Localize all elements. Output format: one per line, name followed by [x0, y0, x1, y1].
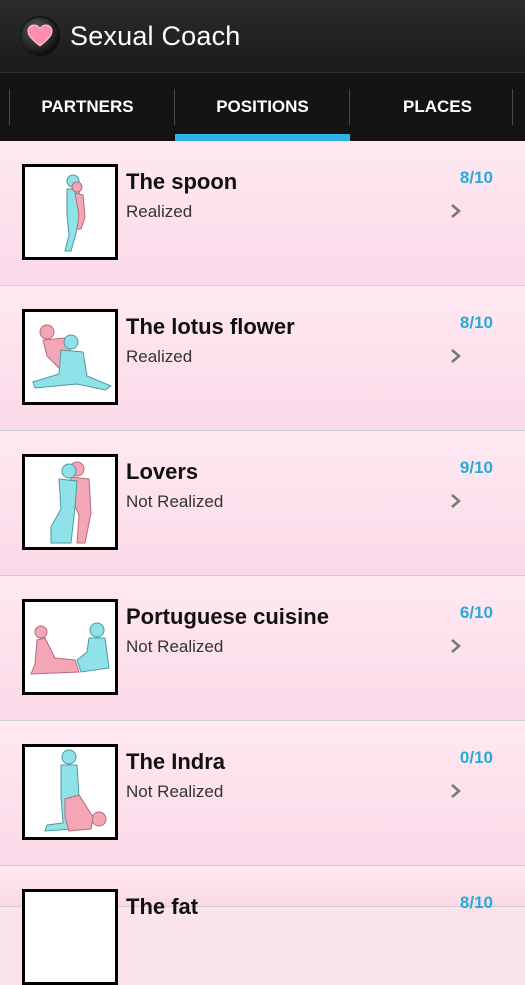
chevron-right-icon: [451, 494, 461, 508]
tab-partners[interactable]: PARTNERS: [0, 73, 175, 141]
position-thumbnail: [22, 164, 118, 260]
tab-bar: PARTNERS POSITIONS PLACES: [0, 72, 525, 141]
item-score: 8/10: [459, 313, 493, 332]
item-score: 8/10: [459, 893, 493, 912]
item-title: The Indra: [126, 749, 226, 774]
active-tab-indicator: [175, 134, 350, 141]
item-title: The spoon: [126, 169, 238, 194]
item-status: Not Realized: [126, 637, 224, 656]
tab-label: POSITIONS: [216, 97, 309, 116]
item-status: Not Realized: [126, 492, 224, 511]
chevron-right-icon: [451, 639, 461, 653]
list-item[interactable]: The spoon Realized 8/10: [0, 141, 525, 286]
item-status: Realized: [126, 202, 193, 221]
tab-label: PARTNERS: [41, 97, 134, 116]
list-item[interactable]: The fat 8/10: [0, 866, 525, 985]
item-status: Realized: [126, 347, 193, 366]
position-thumbnail: [22, 309, 118, 405]
tab-positions[interactable]: POSITIONS: [175, 73, 350, 141]
chevron-right-icon: [451, 784, 461, 798]
item-score: 0/10: [459, 748, 493, 767]
chevron-right-icon: [451, 349, 461, 363]
action-bar: Sexual Coach: [0, 0, 525, 72]
position-thumbnail: [22, 889, 118, 985]
item-status: Not Realized: [126, 782, 224, 801]
list-item[interactable]: Lovers Not Realized 9/10: [0, 431, 525, 576]
item-title: Lovers: [126, 459, 199, 484]
list-item[interactable]: Portuguese cuisine Not Realized 6/10: [0, 576, 525, 721]
heart-icon[interactable]: [20, 16, 60, 56]
app-title: Sexual Coach: [70, 20, 241, 51]
list-item[interactable]: The Indra Not Realized 0/10: [0, 721, 525, 866]
position-thumbnail: [22, 599, 118, 695]
tab-places[interactable]: PLACES: [350, 73, 525, 141]
item-score: 6/10: [459, 603, 493, 622]
position-thumbnail: [22, 454, 118, 550]
item-score: 9/10: [459, 458, 493, 477]
item-score: 8/10: [459, 168, 493, 187]
item-title: The lotus flower: [126, 314, 295, 339]
chevron-right-icon: [451, 204, 461, 218]
item-title: Portuguese cuisine: [126, 604, 329, 629]
item-title: The fat: [126, 894, 199, 919]
positions-list: The spoon Realized 8/10 The lotus flower…: [0, 141, 525, 985]
list-item[interactable]: The lotus flower Realized 8/10: [0, 286, 525, 431]
tab-label: PLACES: [403, 97, 472, 116]
position-thumbnail: [22, 744, 118, 840]
